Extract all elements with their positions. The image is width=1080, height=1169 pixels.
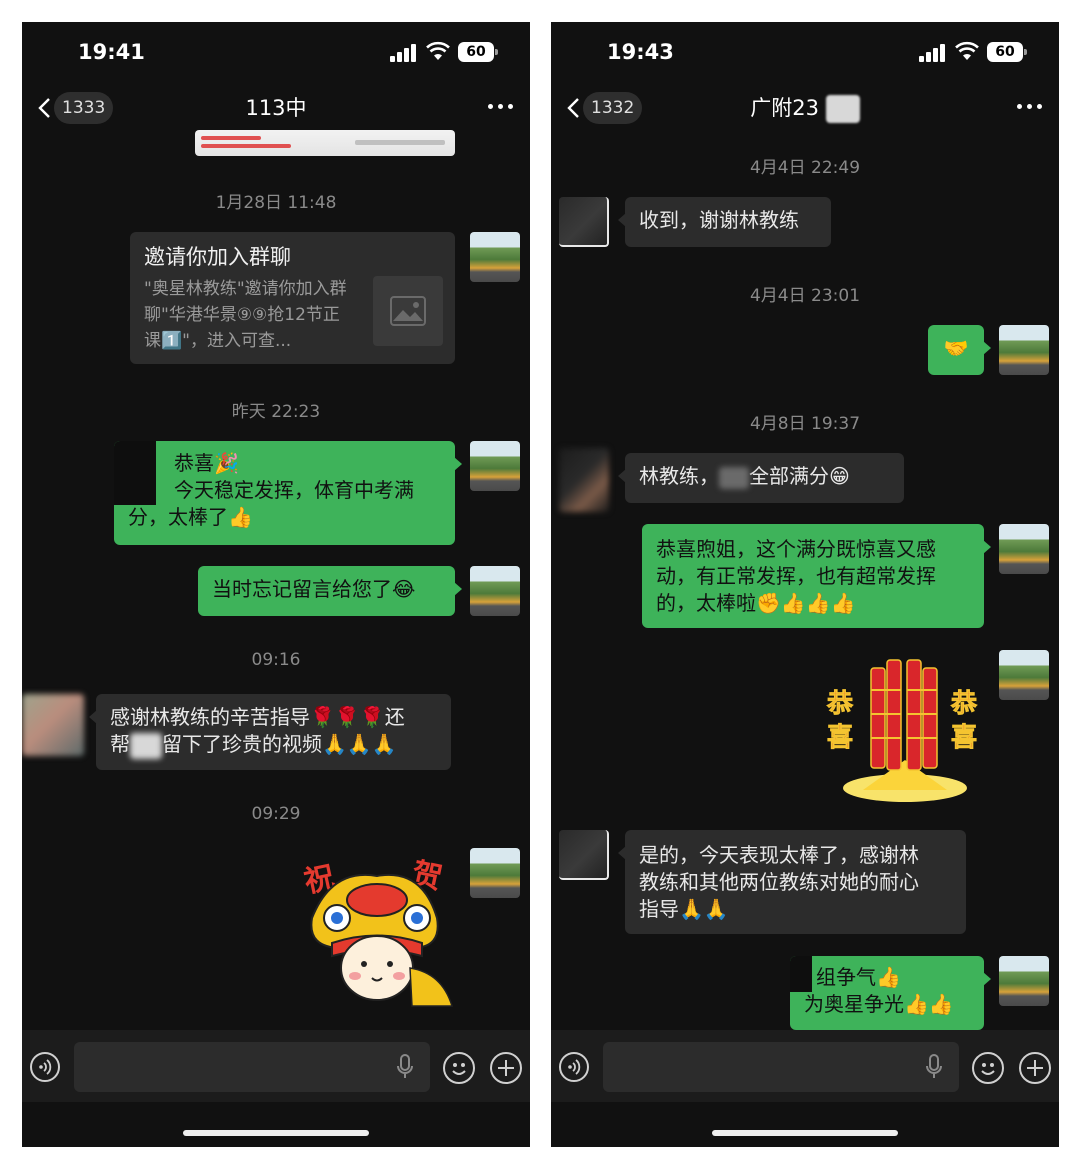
timestamp: 4月4日 23:01 [749, 286, 861, 306]
voice-input-icon[interactable] [559, 1052, 589, 1082]
chat-nav-bar: 1333 113中 [22, 84, 530, 132]
message-line: 教练和其他两位教练对她的耐心 [639, 870, 919, 894]
redacted-text [825, 95, 860, 123]
image-message-partial[interactable] [195, 130, 455, 156]
signal-icon [919, 44, 947, 62]
message-line: 为奥星争光👍👍 [804, 992, 954, 1016]
my-avatar[interactable] [470, 566, 520, 616]
timestamp: 09:29 [251, 804, 301, 824]
message-bubble-sent[interactable]: 🤝 [928, 325, 991, 375]
message-line: 感谢林教练的辛苦指导🌹🌹🌹还 [110, 705, 405, 729]
message-bubble-received[interactable]: 林教练， 全部满分😁 [618, 453, 904, 503]
timestamp: 09:16 [251, 650, 301, 670]
plus-icon[interactable] [490, 1052, 522, 1084]
image-placeholder-icon [390, 296, 426, 326]
contact-avatar[interactable] [559, 448, 609, 512]
microphone-icon[interactable] [396, 1054, 414, 1080]
message-line: 动，有正常发挥，也有超常发挥 [656, 564, 936, 588]
redacted-image [114, 441, 156, 505]
redacted-text [130, 732, 162, 759]
contact-avatar[interactable] [559, 197, 609, 247]
battery-icon: 60 [987, 42, 1027, 62]
timestamp: 1月28日 11:48 [215, 193, 337, 213]
redacted-image [790, 956, 812, 992]
signal-icon [390, 44, 418, 62]
invite-thumbnail [373, 276, 443, 346]
battery-icon: 60 [458, 42, 498, 62]
my-avatar[interactable] [999, 650, 1049, 700]
sticker-text: 喜 [951, 723, 977, 753]
chat-screen-left: 19:41 60 1333 113中 1月28日 11:48 邀请你加入群聊 "… [22, 22, 530, 1147]
sticker-text: 喜 [827, 723, 853, 753]
redacted-text [719, 466, 749, 489]
contact-avatar[interactable] [559, 830, 609, 880]
message-line: 恭喜🎉 [174, 451, 239, 475]
message-line: 帮 留下了珍贵的视频🙏🙏🙏 [110, 731, 437, 759]
timestamp: 昨天 22:23 [231, 402, 321, 422]
message-bubble-received[interactable]: 感谢林教练的辛苦指导🌹🌹🌹还 帮 留下了珍贵的视频🙏🙏🙏 [89, 694, 451, 770]
message-input[interactable] [603, 1042, 959, 1092]
group-invite-card[interactable]: 邀请你加入群聊 "奥星林教练"邀请你加入群聊"华港华景⑨⑨抢12节正课1️⃣"，… [130, 232, 455, 364]
chat-title: 113中 [245, 96, 307, 120]
sticker-text: 恭 [950, 689, 978, 719]
my-avatar[interactable] [999, 325, 1049, 375]
status-time: 19:41 [78, 40, 145, 64]
emoji-icon[interactable] [443, 1052, 475, 1084]
my-avatar[interactable] [470, 441, 520, 491]
message-line: 今天稳定发挥，体育中考满 [174, 478, 414, 502]
my-avatar[interactable] [470, 232, 520, 282]
lion-dance-sticker[interactable]: 祝 贺 [292, 848, 457, 1008]
invite-title: 邀请你加入群聊 [144, 245, 291, 269]
message-line: 恭喜煦姐，这个满分既惊喜又感 [656, 537, 936, 561]
invite-description: "奥星林教练"邀请你加入群聊"华港华景⑨⑨抢12节正课1️⃣"，进入可查... [144, 279, 347, 351]
chat-screen-right: 19:43 60 1332 广附23 4月4日 22:49 收到，谢谢林教练 4… [551, 22, 1059, 1147]
message-text: 全部满分😁 [749, 464, 850, 488]
message-bubble-sent[interactable]: 当时忘记留言给您了😂 [198, 566, 462, 616]
status-bar: 19:41 60 [22, 22, 530, 84]
contact-avatar[interactable] [22, 694, 84, 756]
wifi-icon [955, 41, 979, 60]
status-time: 19:43 [607, 40, 674, 64]
my-avatar[interactable] [999, 956, 1049, 1006]
plus-icon[interactable] [1019, 1052, 1051, 1084]
timestamp: 4月8日 19:37 [749, 414, 861, 434]
message-input-bar [551, 1030, 1059, 1102]
message-text: 留下了珍贵的视频🙏🙏🙏 [162, 732, 397, 756]
sticker-text: 恭 [826, 689, 854, 719]
chat-title-text: 广附23 [750, 96, 820, 120]
more-options-icon[interactable] [488, 104, 514, 110]
message-bubble-received[interactable]: 是的，今天表现太棒了，感谢林 教练和其他两位教练对她的耐心 指导🙏🙏 [618, 830, 966, 934]
chat-nav-bar: 1332 广附23 [551, 84, 1059, 132]
message-bubble-sent[interactable]: 组争气👍 为奥星争光👍👍 [790, 956, 991, 1030]
wifi-icon [426, 41, 450, 60]
message-line: 的，太棒啦✊👍👍👍 [656, 591, 856, 615]
message-text: 帮 [110, 732, 130, 756]
message-input[interactable] [74, 1042, 430, 1092]
home-indicator [712, 1130, 898, 1136]
message-line: 分，太棒了👍 [128, 505, 253, 529]
message-line: 是的，今天表现太棒了，感谢林 [639, 843, 919, 867]
message-bubble-sent[interactable]: 恭喜🎉 今天稳定发挥，体育中考满 分，太棒了👍 [114, 441, 462, 545]
emoji-icon[interactable] [972, 1052, 1004, 1084]
microphone-icon[interactable] [925, 1054, 943, 1080]
my-avatar[interactable] [999, 524, 1049, 574]
chat-title: 广附23 [551, 92, 1059, 123]
my-avatar[interactable] [470, 848, 520, 898]
message-text: 林教练， [639, 464, 719, 488]
status-bar: 19:43 60 [551, 22, 1059, 84]
home-indicator [183, 1130, 369, 1136]
message-line: 指导🙏🙏 [639, 897, 729, 921]
message-line: 组争气👍 [816, 965, 901, 989]
message-bubble-sent[interactable]: 恭喜煦姐，这个满分既惊喜又感 动，有正常发挥，也有超常发挥 的，太棒啦✊👍👍👍 [642, 524, 991, 628]
more-options-icon[interactable] [1017, 104, 1043, 110]
message-bubble-received[interactable]: 收到，谢谢林教练 [618, 197, 831, 247]
message-input-bar [22, 1030, 530, 1102]
firecracker-sticker[interactable]: 恭 喜 恭 喜 [823, 650, 983, 806]
timestamp: 4月4日 22:49 [749, 158, 861, 178]
voice-input-icon[interactable] [30, 1052, 60, 1082]
